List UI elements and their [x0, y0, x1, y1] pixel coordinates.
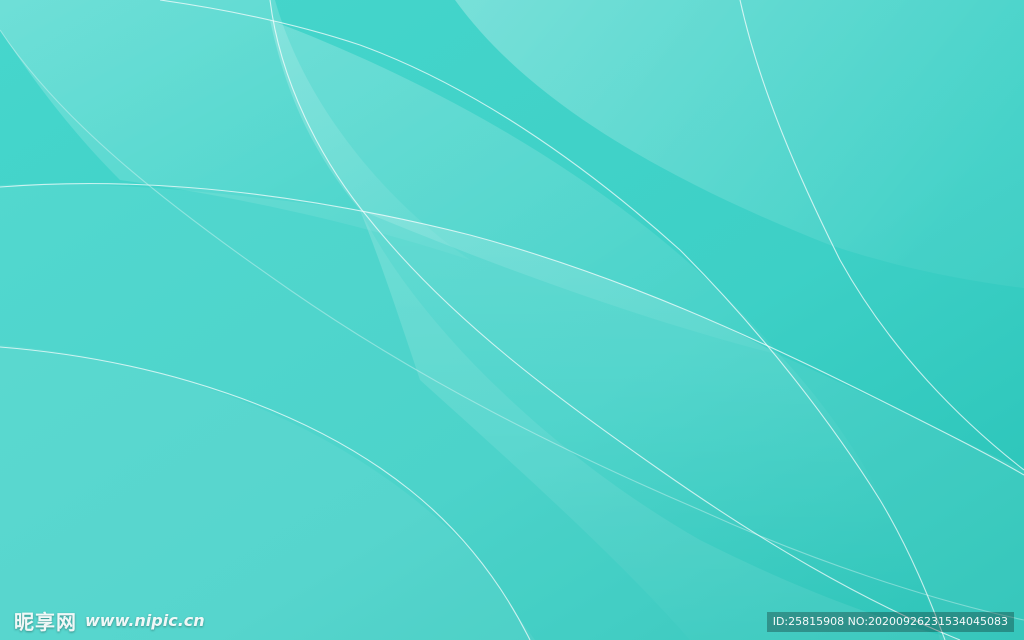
wallpaper: 昵享网 www.nipic.cn ID:25815908 NO:20200926…	[0, 0, 1024, 640]
site-watermark-logo: 昵享网 www.nipic.cn	[14, 606, 205, 634]
site-url: www.nipic.cn	[85, 610, 205, 630]
abstract-wave-background	[0, 0, 1024, 640]
site-name-cn: 昵享网	[14, 609, 77, 634]
image-id-watermark: ID:25815908 NO:20200926231534045083	[766, 612, 1014, 632]
